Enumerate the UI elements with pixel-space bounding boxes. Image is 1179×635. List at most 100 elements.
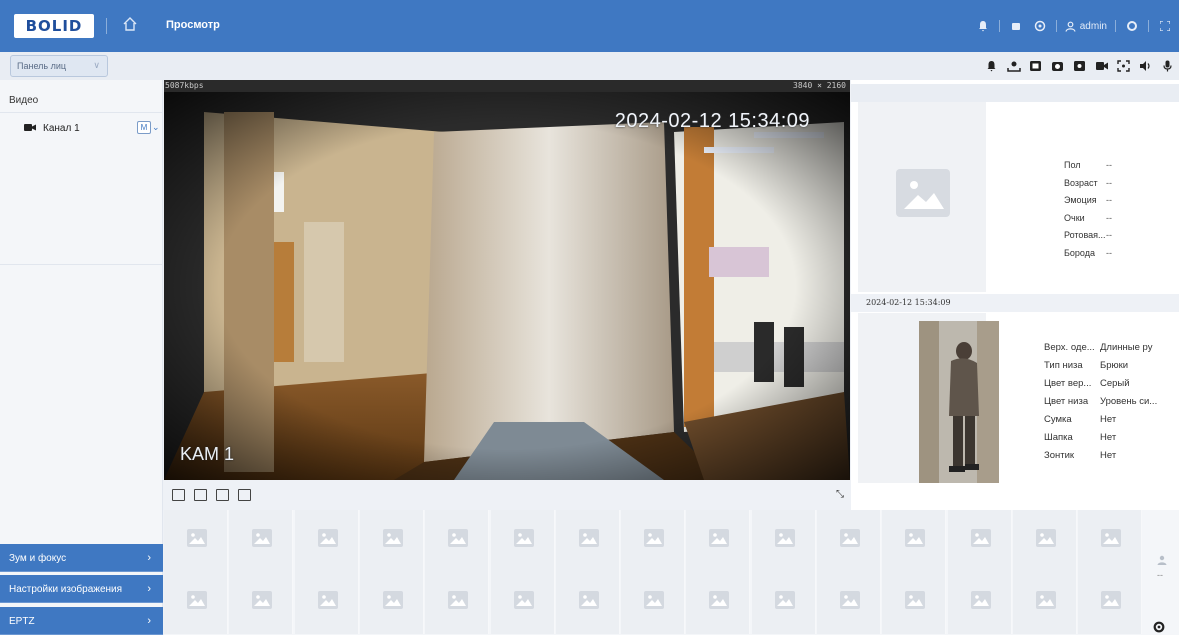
gallery-thumbnail[interactable] bbox=[294, 572, 359, 634]
microphone-icon[interactable] bbox=[1160, 58, 1175, 73]
user-menu[interactable]: admin bbox=[1065, 21, 1107, 32]
chevron-right-icon: › bbox=[147, 583, 151, 595]
fit-window-icon[interactable] bbox=[216, 489, 229, 501]
alarm-bell-icon[interactable] bbox=[984, 58, 999, 73]
stream-badge[interactable]: M bbox=[137, 121, 151, 134]
image-placeholder-icon bbox=[513, 529, 534, 547]
gallery-thumbnail[interactable] bbox=[359, 572, 424, 634]
gallery-thumbnail[interactable] bbox=[164, 572, 228, 634]
expand-icon[interactable]: ⤡ bbox=[836, 489, 844, 500]
gallery-thumbnail[interactable] bbox=[229, 572, 294, 634]
gear-icon[interactable] bbox=[1152, 620, 1166, 634]
gallery-thumbnail[interactable] bbox=[621, 572, 686, 634]
gallery-thumbnail[interactable] bbox=[947, 510, 1012, 572]
gallery-thumbnail[interactable] bbox=[555, 510, 620, 572]
image-placeholder-icon bbox=[1101, 529, 1122, 547]
face-snapshot[interactable] bbox=[858, 102, 986, 292]
record-icon[interactable] bbox=[1094, 58, 1109, 73]
logo-text: BOLID bbox=[25, 17, 83, 35]
image-placeholder-icon bbox=[382, 591, 403, 609]
gallery-thumbnail[interactable] bbox=[882, 572, 947, 634]
sidebar-heading: Видео bbox=[0, 80, 162, 113]
gallery-thumbnail[interactable] bbox=[490, 572, 555, 634]
gallery-thumbnail[interactable] bbox=[686, 510, 751, 572]
original-size-icon[interactable] bbox=[194, 489, 207, 501]
left-sidebar: Видео Канал 1 M ⌄ Зум и фокус › Настройк… bbox=[0, 80, 163, 635]
image-placeholder-icon bbox=[1035, 529, 1056, 547]
capture-gallery: -- bbox=[164, 510, 1179, 635]
fit-width-icon[interactable] bbox=[172, 489, 185, 501]
video-viewport[interactable]: 5087kbps 3840 × 2160 2024-02-12 15:34:09… bbox=[164, 80, 850, 480]
camera-icon[interactable] bbox=[1050, 58, 1065, 73]
divider bbox=[998, 20, 1000, 32]
gallery-thumbnail[interactable] bbox=[425, 572, 490, 634]
settings-icon[interactable] bbox=[1124, 18, 1140, 34]
face-panel-select[interactable]: Панель лиц ∨ bbox=[10, 55, 108, 77]
zoom-area-icon[interactable] bbox=[1116, 58, 1131, 73]
bolid-logo: BOLID bbox=[14, 14, 94, 38]
gallery-thumbnail[interactable] bbox=[555, 572, 620, 634]
face-attr-row: Пол -- bbox=[1064, 160, 1112, 170]
gallery-thumbnail[interactable] bbox=[164, 510, 228, 572]
face-attr-row: Очки -- bbox=[1064, 212, 1112, 223]
globe-icon[interactable] bbox=[1032, 18, 1048, 34]
person-snapshot-image bbox=[919, 321, 999, 483]
gallery-thumbnail[interactable] bbox=[686, 572, 751, 634]
camera-channel-icon bbox=[24, 124, 36, 131]
camera-label: KAM 1 bbox=[180, 444, 235, 464]
pip-icon[interactable] bbox=[238, 489, 251, 501]
image-placeholder-icon bbox=[513, 591, 534, 609]
gallery-thumbnail[interactable] bbox=[621, 510, 686, 572]
alarm-icon[interactable] bbox=[975, 18, 991, 34]
fullscreen-icon[interactable] bbox=[1157, 18, 1173, 34]
resolution: 3840 × 2160 bbox=[793, 81, 846, 90]
photo-icon[interactable] bbox=[1028, 58, 1043, 73]
gallery-thumbnail[interactable] bbox=[1078, 572, 1143, 634]
image-placeholder-icon bbox=[970, 529, 991, 547]
divider bbox=[106, 18, 107, 34]
image-placeholder-icon bbox=[578, 529, 599, 547]
gallery-thumbnail[interactable] bbox=[817, 510, 881, 572]
image-placeholder-icon bbox=[252, 591, 273, 609]
gallery-thumbnail[interactable] bbox=[882, 510, 947, 572]
body-attr-row: Цвет низа Уровень си... bbox=[1044, 396, 1158, 407]
gallery-thumbnail[interactable] bbox=[490, 510, 555, 572]
chevron-right-icon: › bbox=[147, 615, 151, 627]
divider bbox=[1055, 20, 1057, 32]
gallery-thumbnail[interactable] bbox=[1012, 572, 1077, 634]
gallery-thumbnail[interactable] bbox=[425, 510, 490, 572]
menu-zoom-focus[interactable]: Зум и фокус › bbox=[0, 544, 163, 572]
gallery-thumbnail[interactable] bbox=[229, 510, 294, 572]
gallery-thumbnail[interactable] bbox=[817, 572, 881, 634]
chevron-down-icon[interactable]: ⌄ bbox=[152, 122, 160, 133]
face-capture-icon[interactable] bbox=[1006, 58, 1021, 73]
face-attr-row: Борода -- bbox=[1064, 247, 1112, 258]
image-placeholder-icon bbox=[317, 529, 338, 547]
body-snapshot[interactable] bbox=[858, 313, 999, 483]
gallery-thumbnail[interactable] bbox=[1078, 510, 1143, 572]
gallery-thumbnail[interactable] bbox=[294, 510, 359, 572]
volume-icon[interactable] bbox=[1138, 58, 1153, 73]
menu-image-settings[interactable]: Настройки изображения › bbox=[0, 575, 163, 603]
gallery-thumbnail[interactable] bbox=[751, 510, 816, 572]
body-attr-row: Сумка Нет bbox=[1044, 414, 1117, 425]
image-placeholder-icon bbox=[774, 591, 795, 609]
channel-item[interactable]: Канал 1 M ⌄ bbox=[0, 120, 163, 138]
cloud-icon[interactable] bbox=[1008, 18, 1024, 34]
home-icon[interactable] bbox=[121, 15, 139, 33]
gallery-thumbnail[interactable] bbox=[1012, 510, 1077, 572]
image-placeholder-icon bbox=[905, 529, 926, 547]
gallery-thumbnail[interactable] bbox=[751, 572, 816, 634]
image-placeholder-icon bbox=[382, 529, 403, 547]
user-icon[interactable] bbox=[1157, 555, 1167, 565]
nav-title-preview[interactable]: Просмотр bbox=[166, 19, 220, 31]
image-placeholder-icon bbox=[578, 591, 599, 609]
face-panel-select-value: Панель лиц bbox=[17, 61, 67, 71]
gallery-thumbnail[interactable] bbox=[947, 572, 1012, 634]
face-attr-row: Эмоция -- bbox=[1064, 195, 1112, 205]
menu-eptz[interactable]: EPTZ › bbox=[0, 607, 163, 635]
snapshot-icon[interactable] bbox=[1072, 58, 1087, 73]
gallery-thumbnail[interactable] bbox=[359, 510, 424, 572]
face-attr-row: Ротовая... -- bbox=[1064, 230, 1112, 240]
image-placeholder-icon bbox=[644, 591, 665, 609]
